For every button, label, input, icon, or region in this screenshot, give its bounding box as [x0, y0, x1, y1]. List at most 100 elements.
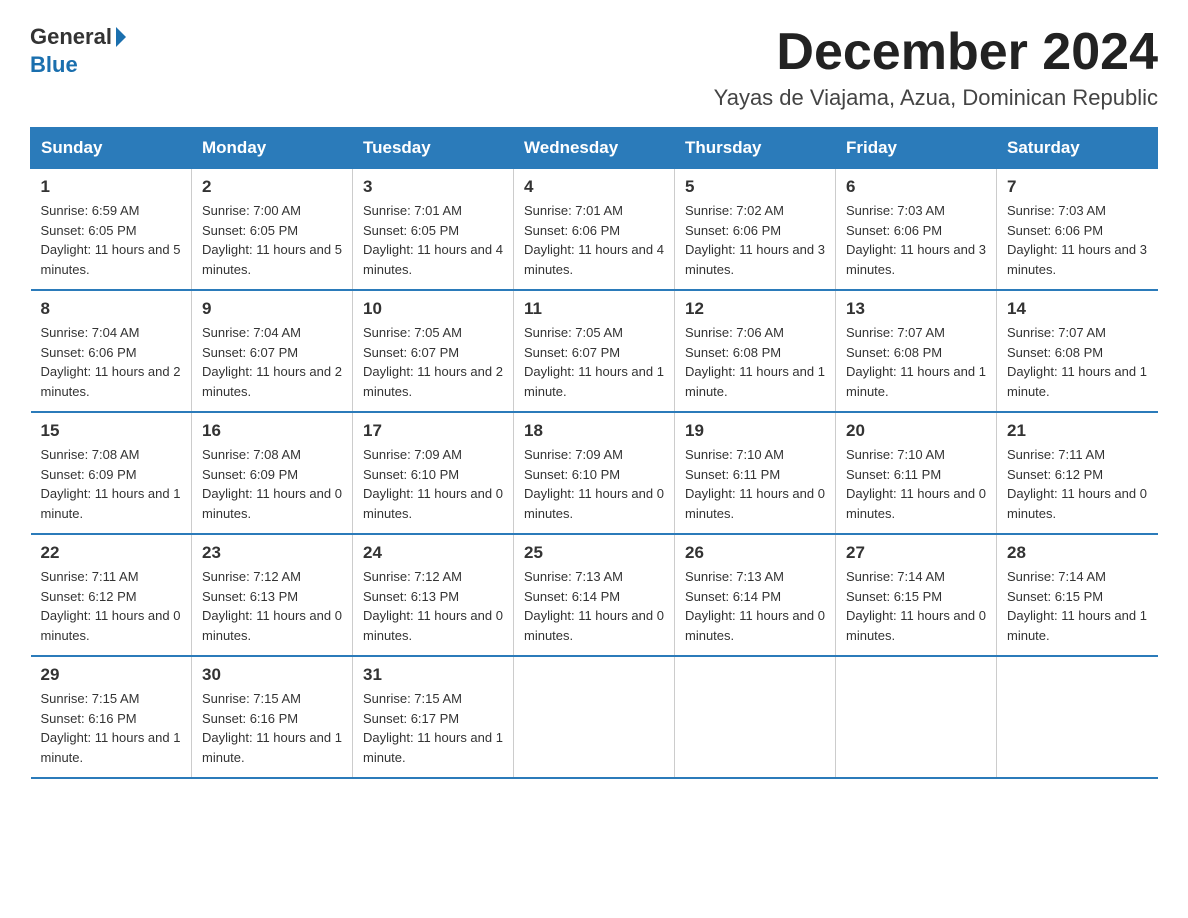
calendar-cell: 15 Sunrise: 7:08 AMSunset: 6:09 PMDaylig… [31, 412, 192, 534]
logo: General Blue [30, 24, 126, 78]
calendar-cell: 31 Sunrise: 7:15 AMSunset: 6:17 PMDaylig… [353, 656, 514, 778]
day-number: 20 [846, 421, 986, 441]
day-info: Sunrise: 7:03 AMSunset: 6:06 PMDaylight:… [1007, 201, 1148, 279]
day-info: Sunrise: 7:07 AMSunset: 6:08 PMDaylight:… [846, 323, 986, 401]
day-info: Sunrise: 7:11 AMSunset: 6:12 PMDaylight:… [1007, 445, 1148, 523]
day-number: 28 [1007, 543, 1148, 563]
calendar-cell: 11 Sunrise: 7:05 AMSunset: 6:07 PMDaylig… [514, 290, 675, 412]
day-info: Sunrise: 7:10 AMSunset: 6:11 PMDaylight:… [685, 445, 825, 523]
weekday-header-tuesday: Tuesday [353, 128, 514, 169]
calendar-cell: 22 Sunrise: 7:11 AMSunset: 6:12 PMDaylig… [31, 534, 192, 656]
day-info: Sunrise: 7:01 AMSunset: 6:06 PMDaylight:… [524, 201, 664, 279]
day-info: Sunrise: 7:10 AMSunset: 6:11 PMDaylight:… [846, 445, 986, 523]
calendar-cell: 9 Sunrise: 7:04 AMSunset: 6:07 PMDayligh… [192, 290, 353, 412]
calendar-cell: 24 Sunrise: 7:12 AMSunset: 6:13 PMDaylig… [353, 534, 514, 656]
day-number: 18 [524, 421, 664, 441]
day-number: 3 [363, 177, 503, 197]
day-info: Sunrise: 7:09 AMSunset: 6:10 PMDaylight:… [363, 445, 503, 523]
day-info: Sunrise: 7:05 AMSunset: 6:07 PMDaylight:… [524, 323, 664, 401]
day-number: 9 [202, 299, 342, 319]
day-number: 2 [202, 177, 342, 197]
day-info: Sunrise: 7:08 AMSunset: 6:09 PMDaylight:… [41, 445, 182, 523]
day-number: 1 [41, 177, 182, 197]
calendar-cell: 29 Sunrise: 7:15 AMSunset: 6:16 PMDaylig… [31, 656, 192, 778]
calendar-cell: 10 Sunrise: 7:05 AMSunset: 6:07 PMDaylig… [353, 290, 514, 412]
calendar-week-row: 22 Sunrise: 7:11 AMSunset: 6:12 PMDaylig… [31, 534, 1158, 656]
calendar-cell: 5 Sunrise: 7:02 AMSunset: 6:06 PMDayligh… [675, 169, 836, 291]
day-info: Sunrise: 7:09 AMSunset: 6:10 PMDaylight:… [524, 445, 664, 523]
day-info: Sunrise: 7:12 AMSunset: 6:13 PMDaylight:… [202, 567, 342, 645]
calendar-week-row: 8 Sunrise: 7:04 AMSunset: 6:06 PMDayligh… [31, 290, 1158, 412]
calendar-cell: 28 Sunrise: 7:14 AMSunset: 6:15 PMDaylig… [997, 534, 1158, 656]
logo-arrow-icon [116, 27, 126, 47]
day-info: Sunrise: 7:14 AMSunset: 6:15 PMDaylight:… [1007, 567, 1148, 645]
calendar-cell: 23 Sunrise: 7:12 AMSunset: 6:13 PMDaylig… [192, 534, 353, 656]
calendar-cell: 16 Sunrise: 7:08 AMSunset: 6:09 PMDaylig… [192, 412, 353, 534]
day-number: 11 [524, 299, 664, 319]
day-info: Sunrise: 7:08 AMSunset: 6:09 PMDaylight:… [202, 445, 342, 523]
day-info: Sunrise: 7:01 AMSunset: 6:05 PMDaylight:… [363, 201, 503, 279]
day-info: Sunrise: 7:12 AMSunset: 6:13 PMDaylight:… [363, 567, 503, 645]
day-number: 16 [202, 421, 342, 441]
day-number: 17 [363, 421, 503, 441]
day-number: 29 [41, 665, 182, 685]
logo-general-text: General [30, 24, 112, 50]
day-number: 14 [1007, 299, 1148, 319]
weekday-header-wednesday: Wednesday [514, 128, 675, 169]
day-number: 24 [363, 543, 503, 563]
day-info: Sunrise: 7:04 AMSunset: 6:07 PMDaylight:… [202, 323, 342, 401]
day-number: 8 [41, 299, 182, 319]
calendar-cell: 19 Sunrise: 7:10 AMSunset: 6:11 PMDaylig… [675, 412, 836, 534]
title-area: December 2024 Yayas de Viajama, Azua, Do… [714, 24, 1158, 111]
calendar-cell: 1 Sunrise: 6:59 AMSunset: 6:05 PMDayligh… [31, 169, 192, 291]
day-number: 25 [524, 543, 664, 563]
day-number: 10 [363, 299, 503, 319]
weekday-header-monday: Monday [192, 128, 353, 169]
calendar-cell: 4 Sunrise: 7:01 AMSunset: 6:06 PMDayligh… [514, 169, 675, 291]
day-number: 12 [685, 299, 825, 319]
day-number: 7 [1007, 177, 1148, 197]
day-info: Sunrise: 7:06 AMSunset: 6:08 PMDaylight:… [685, 323, 825, 401]
calendar-header-row: SundayMondayTuesdayWednesdayThursdayFrid… [31, 128, 1158, 169]
day-info: Sunrise: 7:15 AMSunset: 6:17 PMDaylight:… [363, 689, 503, 767]
calendar-cell [997, 656, 1158, 778]
calendar-cell: 8 Sunrise: 7:04 AMSunset: 6:06 PMDayligh… [31, 290, 192, 412]
day-info: Sunrise: 7:00 AMSunset: 6:05 PMDaylight:… [202, 201, 342, 279]
calendar-cell: 6 Sunrise: 7:03 AMSunset: 6:06 PMDayligh… [836, 169, 997, 291]
weekday-header-sunday: Sunday [31, 128, 192, 169]
calendar-cell: 3 Sunrise: 7:01 AMSunset: 6:05 PMDayligh… [353, 169, 514, 291]
day-info: Sunrise: 7:14 AMSunset: 6:15 PMDaylight:… [846, 567, 986, 645]
day-info: Sunrise: 7:04 AMSunset: 6:06 PMDaylight:… [41, 323, 182, 401]
day-number: 15 [41, 421, 182, 441]
calendar-cell: 18 Sunrise: 7:09 AMSunset: 6:10 PMDaylig… [514, 412, 675, 534]
calendar-cell: 25 Sunrise: 7:13 AMSunset: 6:14 PMDaylig… [514, 534, 675, 656]
day-number: 22 [41, 543, 182, 563]
calendar-cell: 30 Sunrise: 7:15 AMSunset: 6:16 PMDaylig… [192, 656, 353, 778]
day-info: Sunrise: 7:15 AMSunset: 6:16 PMDaylight:… [41, 689, 182, 767]
calendar-cell: 14 Sunrise: 7:07 AMSunset: 6:08 PMDaylig… [997, 290, 1158, 412]
weekday-header-thursday: Thursday [675, 128, 836, 169]
weekday-header-saturday: Saturday [997, 128, 1158, 169]
calendar-cell: 17 Sunrise: 7:09 AMSunset: 6:10 PMDaylig… [353, 412, 514, 534]
calendar-cell [514, 656, 675, 778]
calendar-cell: 7 Sunrise: 7:03 AMSunset: 6:06 PMDayligh… [997, 169, 1158, 291]
day-number: 6 [846, 177, 986, 197]
calendar-cell: 27 Sunrise: 7:14 AMSunset: 6:15 PMDaylig… [836, 534, 997, 656]
page-header: General Blue December 2024 Yayas de Viaj… [30, 24, 1158, 111]
calendar-cell: 20 Sunrise: 7:10 AMSunset: 6:11 PMDaylig… [836, 412, 997, 534]
day-number: 30 [202, 665, 342, 685]
calendar-week-row: 29 Sunrise: 7:15 AMSunset: 6:16 PMDaylig… [31, 656, 1158, 778]
weekday-header-friday: Friday [836, 128, 997, 169]
day-info: Sunrise: 6:59 AMSunset: 6:05 PMDaylight:… [41, 201, 182, 279]
day-number: 23 [202, 543, 342, 563]
logo-blue-text: Blue [30, 52, 78, 77]
day-number: 31 [363, 665, 503, 685]
calendar-cell: 26 Sunrise: 7:13 AMSunset: 6:14 PMDaylig… [675, 534, 836, 656]
day-number: 4 [524, 177, 664, 197]
day-info: Sunrise: 7:15 AMSunset: 6:16 PMDaylight:… [202, 689, 342, 767]
day-number: 5 [685, 177, 825, 197]
day-number: 27 [846, 543, 986, 563]
calendar-cell: 12 Sunrise: 7:06 AMSunset: 6:08 PMDaylig… [675, 290, 836, 412]
day-info: Sunrise: 7:07 AMSunset: 6:08 PMDaylight:… [1007, 323, 1148, 401]
day-info: Sunrise: 7:05 AMSunset: 6:07 PMDaylight:… [363, 323, 503, 401]
